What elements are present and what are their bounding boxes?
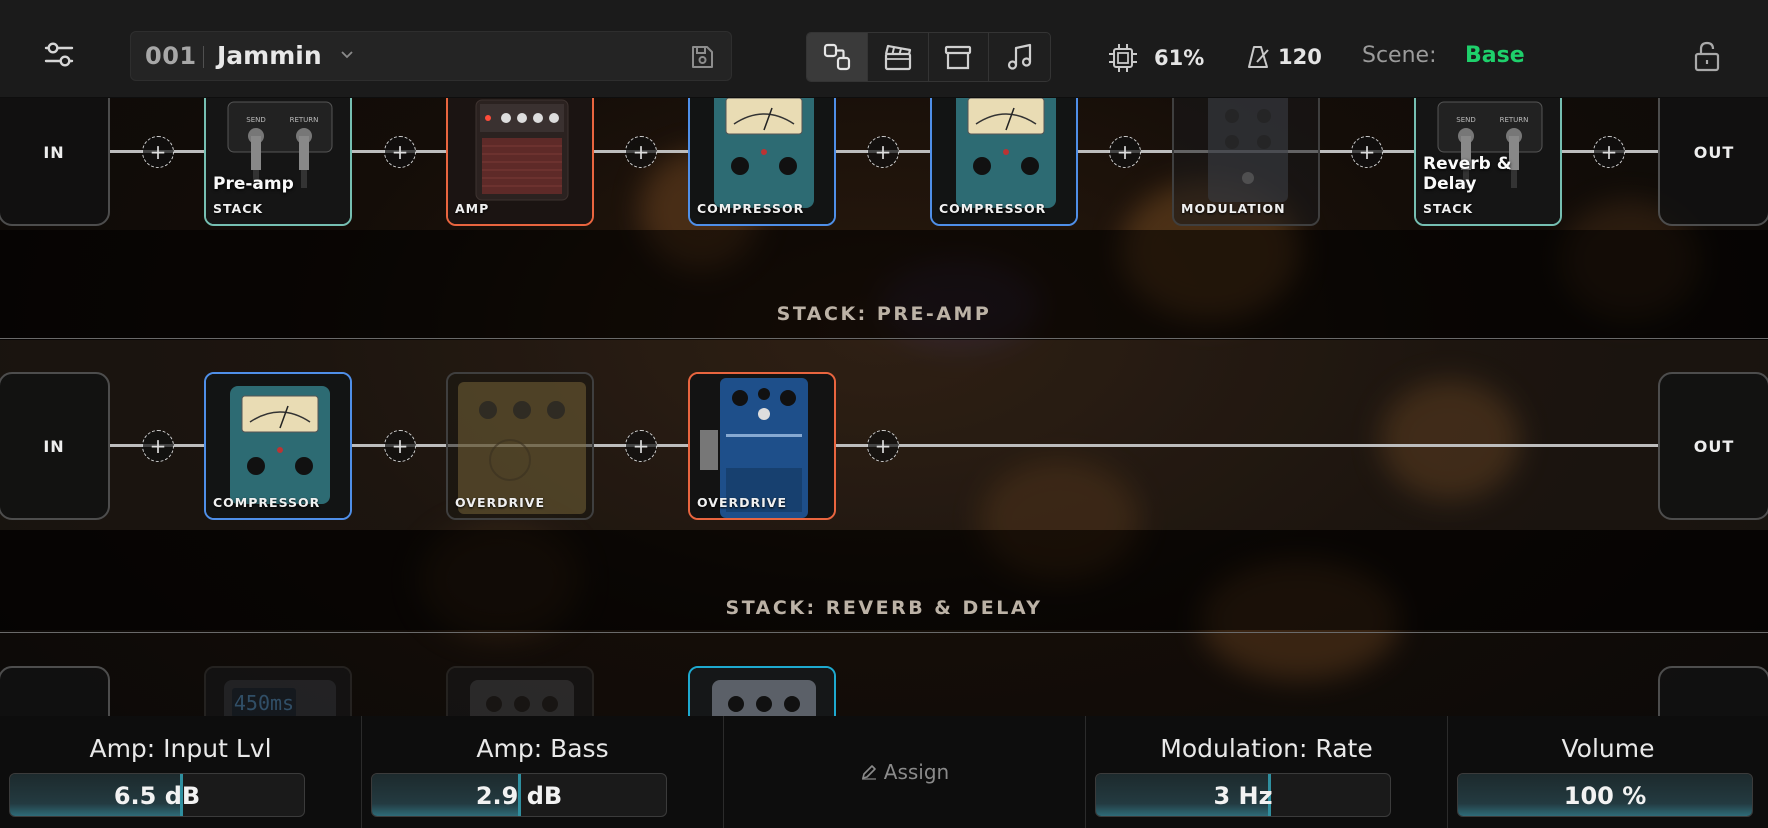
preset-number: 001 <box>145 42 197 70</box>
chain-input[interactable]: IN <box>0 78 110 226</box>
cpu-usage-value: 61% <box>1154 46 1205 70</box>
param-slider[interactable]: 6.5 dB <box>9 773 305 817</box>
param-value: 6.5 dB <box>113 782 201 810</box>
block-overdrive[interactable]: OVERDRIVE <box>688 372 836 520</box>
add-block-button[interactable]: + <box>384 136 416 168</box>
svg-text:RETURN: RETURN <box>1500 116 1529 124</box>
block-label: OVERDRIVE <box>455 495 545 510</box>
add-block-button[interactable]: + <box>1593 136 1625 168</box>
delay-display: 450ms <box>234 691 294 715</box>
view-switcher <box>806 32 1051 82</box>
archive-icon[interactable] <box>929 33 990 81</box>
chevron-down-icon[interactable] <box>339 46 355 62</box>
block-preamp-stack[interactable]: SEND RETURN Pre-amp STACK <box>204 78 352 226</box>
param-slider[interactable]: 2.9 dB <box>371 773 667 817</box>
block-label: STACK <box>1423 201 1474 216</box>
block-label: COMPRESSOR <box>697 201 805 216</box>
add-block-button[interactable]: + <box>1109 136 1141 168</box>
stack-divider <box>0 632 1768 633</box>
stack-output[interactable]: OUT <box>1658 372 1768 520</box>
chain-output[interactable]: OUT <box>1658 78 1768 226</box>
block-reverb-delay-stack[interactable]: SEND RETURN Reverb & Delay STACK <box>1414 78 1562 226</box>
scene-value[interactable]: Base <box>1465 43 1525 68</box>
assign-button[interactable]: Assign <box>724 760 1085 784</box>
edit-icon <box>861 765 876 780</box>
metronome-icon[interactable] <box>1246 44 1272 70</box>
param-value: 100 % <box>1563 782 1647 810</box>
add-block-button[interactable]: + <box>142 430 174 462</box>
parameter-bar: Amp: Input Lvl 6.5 dB Amp: Bass 2.9 dB A… <box>0 716 1768 828</box>
add-block-button[interactable]: + <box>142 136 174 168</box>
stack-heading-preamp: STACK: PRE-AMP <box>776 303 992 325</box>
svg-text:SEND: SEND <box>246 116 266 124</box>
assign-label: Assign <box>883 760 950 784</box>
settings-sliders-icon[interactable] <box>38 34 80 76</box>
stack-divider <box>0 338 1768 339</box>
param-slider[interactable]: 3 Hz <box>1095 773 1391 817</box>
param-title: Volume <box>1561 734 1655 763</box>
scene-label: Scene: <box>1362 43 1437 68</box>
param-amp-input-level: Amp: Input Lvl 6.5 dB <box>0 716 362 828</box>
block-overdrive-bypassed[interactable]: OVERDRIVE <box>446 372 594 520</box>
block-compressor[interactable]: COMPRESSOR <box>688 78 836 226</box>
block-label: COMPRESSOR <box>213 495 321 510</box>
block-title: Reverb & Delay <box>1423 154 1512 194</box>
block-modulation[interactable]: MODULATION <box>1172 78 1320 226</box>
svg-text:SEND: SEND <box>1456 116 1476 124</box>
param-modulation-rate: Modulation: Rate 3 Hz <box>1086 716 1448 828</box>
block-label: MODULATION <box>1181 201 1286 216</box>
top-toolbar: 001 Jammin 61% 120 Scene: Base <box>0 0 1768 98</box>
block-label: COMPRESSOR <box>939 201 1047 216</box>
cpu-icon <box>1107 42 1139 74</box>
add-block-button[interactable]: + <box>867 430 899 462</box>
param-title: Amp: Input Lvl <box>89 734 272 763</box>
add-block-button[interactable]: + <box>867 136 899 168</box>
block-amp[interactable]: AMP <box>446 78 594 226</box>
block-compressor[interactable]: COMPRESSOR <box>204 372 352 520</box>
save-icon[interactable] <box>689 44 715 70</box>
stack-input[interactable]: IN <box>0 372 110 520</box>
block-compressor[interactable]: COMPRESSOR <box>930 78 1078 226</box>
param-value: 3 Hz <box>1213 782 1273 810</box>
param-volume: Volume 100 % <box>1448 716 1768 828</box>
block-label: OVERDRIVE <box>697 495 787 510</box>
preset-selector[interactable]: 001 Jammin <box>130 31 732 81</box>
scenes-clapper-icon[interactable] <box>868 33 929 81</box>
param-title: Amp: Bass <box>476 734 609 763</box>
stack-heading-reverb-delay: STACK: REVERB & DELAY <box>725 597 1043 619</box>
svg-text:RETURN: RETURN <box>290 116 319 124</box>
block-title: Pre-amp <box>213 174 294 194</box>
tempo-value[interactable]: 120 <box>1278 45 1322 69</box>
signal-chain-icon[interactable] <box>807 33 868 81</box>
param-assign-slot: Assign <box>724 716 1086 828</box>
param-slider[interactable]: 100 % <box>1457 773 1753 817</box>
music-note-icon[interactable] <box>989 33 1050 81</box>
add-block-button[interactable]: + <box>625 430 657 462</box>
preset-name: Jammin <box>217 41 322 70</box>
block-label: AMP <box>455 201 490 216</box>
lock-open-icon[interactable] <box>1693 40 1721 72</box>
add-block-button[interactable]: + <box>625 136 657 168</box>
param-value: 2.9 dB <box>475 782 563 810</box>
param-amp-bass: Amp: Bass 2.9 dB <box>362 716 724 828</box>
add-block-button[interactable]: + <box>1351 136 1383 168</box>
preset-divider <box>203 46 204 68</box>
block-label: STACK <box>213 201 264 216</box>
param-title: Modulation: Rate <box>1160 734 1373 763</box>
add-block-button[interactable]: + <box>384 430 416 462</box>
